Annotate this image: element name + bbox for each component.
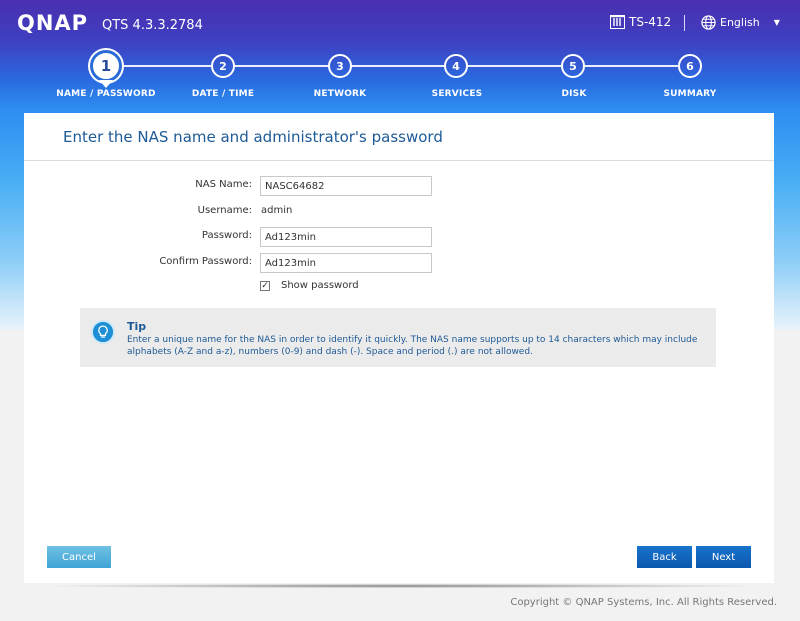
username-value: admin	[261, 205, 293, 216]
firmware-version: QTS 4.3.3.2784	[102, 18, 203, 33]
back-button[interactable]: Back	[637, 546, 692, 568]
panel-shadow	[56, 584, 746, 588]
wizard-panel: Enter the NAS name and administrator's p…	[24, 113, 774, 583]
active-step-pointer	[99, 80, 113, 88]
step-5-circle: 5	[561, 54, 585, 78]
qnap-logo: QNAP	[17, 11, 89, 35]
device-model[interactable]: TS-412	[610, 15, 671, 29]
page-title: Enter the NAS name and administrator's p…	[63, 128, 443, 146]
step-4-circle: 4	[444, 54, 468, 78]
step-1-circle: 1	[90, 50, 122, 82]
nas-name-label: NAS Name:	[195, 179, 252, 190]
globe-icon	[701, 15, 716, 30]
password-label: Password:	[201, 230, 252, 241]
wizard-steps: 1 2 3 4 5 6 NAME / PASSWORD DATE / TIME …	[0, 50, 800, 108]
language-selector[interactable]: English ▼	[701, 15, 780, 30]
cancel-button[interactable]: Cancel	[47, 546, 111, 568]
step-2-label: DATE / TIME	[191, 89, 255, 99]
tip-box: Tip Enter a unique name for the NAS in o…	[80, 308, 716, 367]
copyright-footer: Copyright © QNAP Systems, Inc. All Right…	[510, 597, 777, 608]
confirm-password-row: Confirm Password:	[24, 253, 774, 273]
step-connector	[351, 65, 444, 67]
header-separator	[684, 15, 685, 31]
step-2-circle: 2	[211, 54, 235, 78]
password-row: Password:	[24, 227, 774, 247]
step-5-label: DISK	[561, 89, 587, 99]
tip-text: Enter a unique name for the NAS in order…	[127, 335, 698, 357]
header-bar: QNAP QTS 4.3.3.2784 TS-412 English ▼	[0, 0, 800, 48]
step-6-circle: 6	[678, 54, 702, 78]
nas-name-row: NAS Name:	[24, 176, 774, 196]
language-label: English	[720, 16, 760, 29]
device-model-label: TS-412	[629, 15, 672, 29]
step-connector	[584, 65, 678, 67]
step-1-label: NAME / PASSWORD	[56, 89, 156, 99]
step-connector	[118, 65, 212, 67]
step-connector	[234, 65, 328, 67]
tip-title: Tip	[127, 320, 147, 333]
username-label: Username:	[197, 205, 252, 216]
show-password-label: Show password	[281, 280, 359, 291]
nas-device-icon	[610, 15, 625, 29]
username-row: Username: admin	[24, 202, 774, 222]
show-password-checkbox[interactable]: ✓	[260, 280, 270, 291]
title-divider	[24, 160, 774, 161]
password-input[interactable]	[260, 227, 432, 247]
lightbulb-icon	[91, 320, 115, 344]
nas-name-input[interactable]	[260, 176, 432, 196]
confirm-password-input[interactable]	[260, 253, 432, 273]
show-password-option[interactable]: ✓ Show password	[260, 280, 359, 291]
next-button[interactable]: Next	[696, 546, 751, 568]
step-4-label: SERVICES	[431, 89, 483, 99]
step-3-circle: 3	[328, 54, 352, 78]
confirm-password-label: Confirm Password:	[159, 256, 252, 267]
step-6-label: SUMMARY	[663, 89, 717, 99]
chevron-down-icon: ▼	[773, 18, 780, 27]
step-connector	[467, 65, 561, 67]
step-3-label: NETWORK	[313, 89, 367, 99]
